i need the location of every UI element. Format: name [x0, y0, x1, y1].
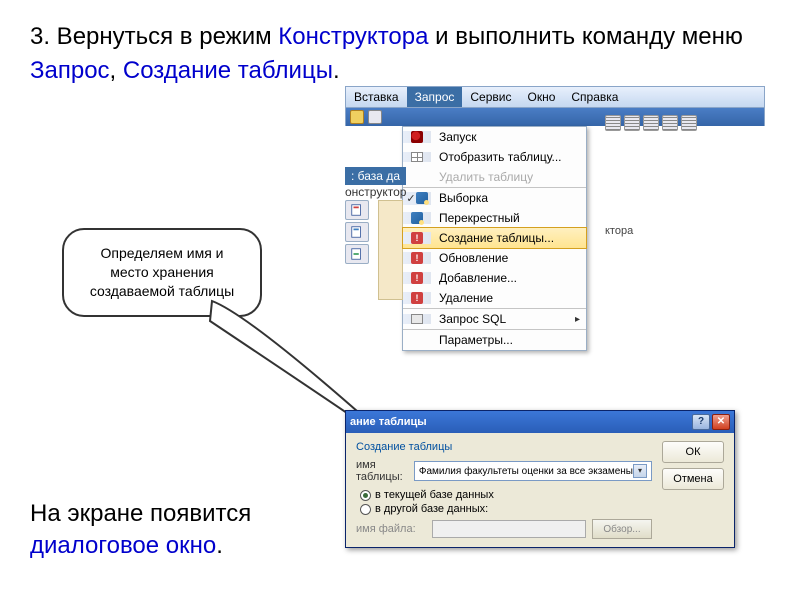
update-icon: !	[411, 252, 423, 264]
toolbar-icon[interactable]	[350, 110, 364, 124]
append-icon: !	[411, 272, 423, 284]
run-icon	[411, 131, 423, 143]
list-view-icons	[605, 115, 697, 131]
table-name-label: имя таблицы:	[356, 459, 408, 483]
close-button[interactable]: ✕	[712, 414, 730, 430]
constructor-label-fragment: онструктор	[345, 185, 406, 199]
menu-item-udalenie[interactable]: ! Удаление	[403, 288, 586, 308]
menu-item-zapusk[interactable]: Запуск	[403, 127, 586, 147]
bottom-caption: На экране появится диалоговое окно.	[30, 498, 251, 563]
list-panel-fragment	[378, 200, 403, 300]
zapros-dropdown-menu: Запуск Отобразить таблицу... Удалить таб…	[402, 126, 587, 351]
view-icon[interactable]	[662, 115, 678, 131]
menu-zapros[interactable]: Запрос	[407, 87, 463, 107]
shortcut-icon[interactable]	[345, 244, 369, 264]
menu-item-otobrazit-tablitsu[interactable]: Отобразить таблицу...	[403, 147, 586, 167]
radio-current-db[interactable]: в текущей базе данных	[360, 489, 652, 501]
menu-servis[interactable]: Сервис	[462, 87, 519, 107]
menu-item-parametry[interactable]: Параметры...	[403, 329, 586, 350]
slide-heading: 3. Вернуться в режим Конструктора и выпо…	[30, 20, 770, 87]
toolbar-icon[interactable]	[368, 110, 382, 124]
radio-label: в текущей базе данных	[375, 489, 494, 501]
query-icon	[416, 192, 428, 204]
table-name-value: Фамилия факультеты оценки за все экзамен…	[419, 466, 633, 477]
crosstab-icon	[411, 212, 423, 224]
menu-item-udalit-tablitsu: Удалить таблицу	[403, 167, 586, 187]
menu-item-sozdanie-tablitsy[interactable]: ! Создание таблицы...	[402, 227, 587, 249]
radio-icon	[360, 504, 371, 515]
menu-spravka[interactable]: Справка	[563, 87, 626, 107]
dialog-title: ание таблицы	[350, 416, 427, 428]
view-icon[interactable]	[643, 115, 659, 131]
help-button[interactable]: ?	[692, 414, 710, 430]
menu-item-obnovlenie[interactable]: ! Обновление	[403, 248, 586, 268]
truncated-label: ктора	[605, 225, 633, 237]
make-table-icon: !	[411, 232, 423, 244]
dialog-group-label: Создание таблицы	[356, 441, 652, 453]
ok-button[interactable]: ОК	[662, 441, 724, 463]
shortcut-icon[interactable]	[345, 222, 369, 242]
browse-button: Обзор...	[592, 519, 652, 539]
object-shortcut-buttons	[345, 200, 369, 264]
menu-vstavka[interactable]: Вставка	[346, 87, 407, 107]
chevron-down-icon[interactable]: ▾	[633, 464, 647, 478]
table-icon	[411, 152, 423, 162]
callout-bubble: Определяем имя и место хранения создавае…	[62, 228, 262, 317]
view-icon[interactable]	[605, 115, 621, 131]
menu-item-perekrestnyj[interactable]: Перекрестный	[403, 208, 586, 228]
database-title-fragment: : база да	[345, 167, 406, 185]
menu-item-vyborka[interactable]: Выборка	[403, 187, 586, 208]
view-icon[interactable]	[681, 115, 697, 131]
toolbar	[345, 108, 765, 126]
radio-other-db[interactable]: в другой базе данных:	[360, 503, 652, 515]
cancel-button[interactable]: Отмена	[662, 468, 724, 490]
radio-icon	[360, 490, 371, 501]
table-name-combo[interactable]: Фамилия факультеты оценки за все экзамен…	[414, 461, 652, 481]
callout-line: место хранения	[80, 263, 244, 282]
menu-item-zapros-sql[interactable]: Запрос SQL	[403, 308, 586, 329]
radio-label: в другой базе данных:	[375, 503, 488, 515]
file-name-label: имя файла:	[356, 523, 426, 535]
dialog-titlebar[interactable]: ание таблицы ? ✕	[346, 411, 734, 433]
file-name-input	[432, 520, 586, 538]
menu-okno[interactable]: Окно	[519, 87, 563, 107]
create-table-dialog: ание таблицы ? ✕ ОК Отмена Создание табл…	[345, 410, 735, 548]
view-icon[interactable]	[624, 115, 640, 131]
menu-item-dobavlenie[interactable]: ! Добавление...	[403, 268, 586, 288]
shortcut-icon[interactable]	[345, 200, 369, 220]
menubar: Вставка Запрос Сервис Окно Справка	[345, 86, 765, 108]
callout-line: Определяем имя и	[80, 244, 244, 263]
